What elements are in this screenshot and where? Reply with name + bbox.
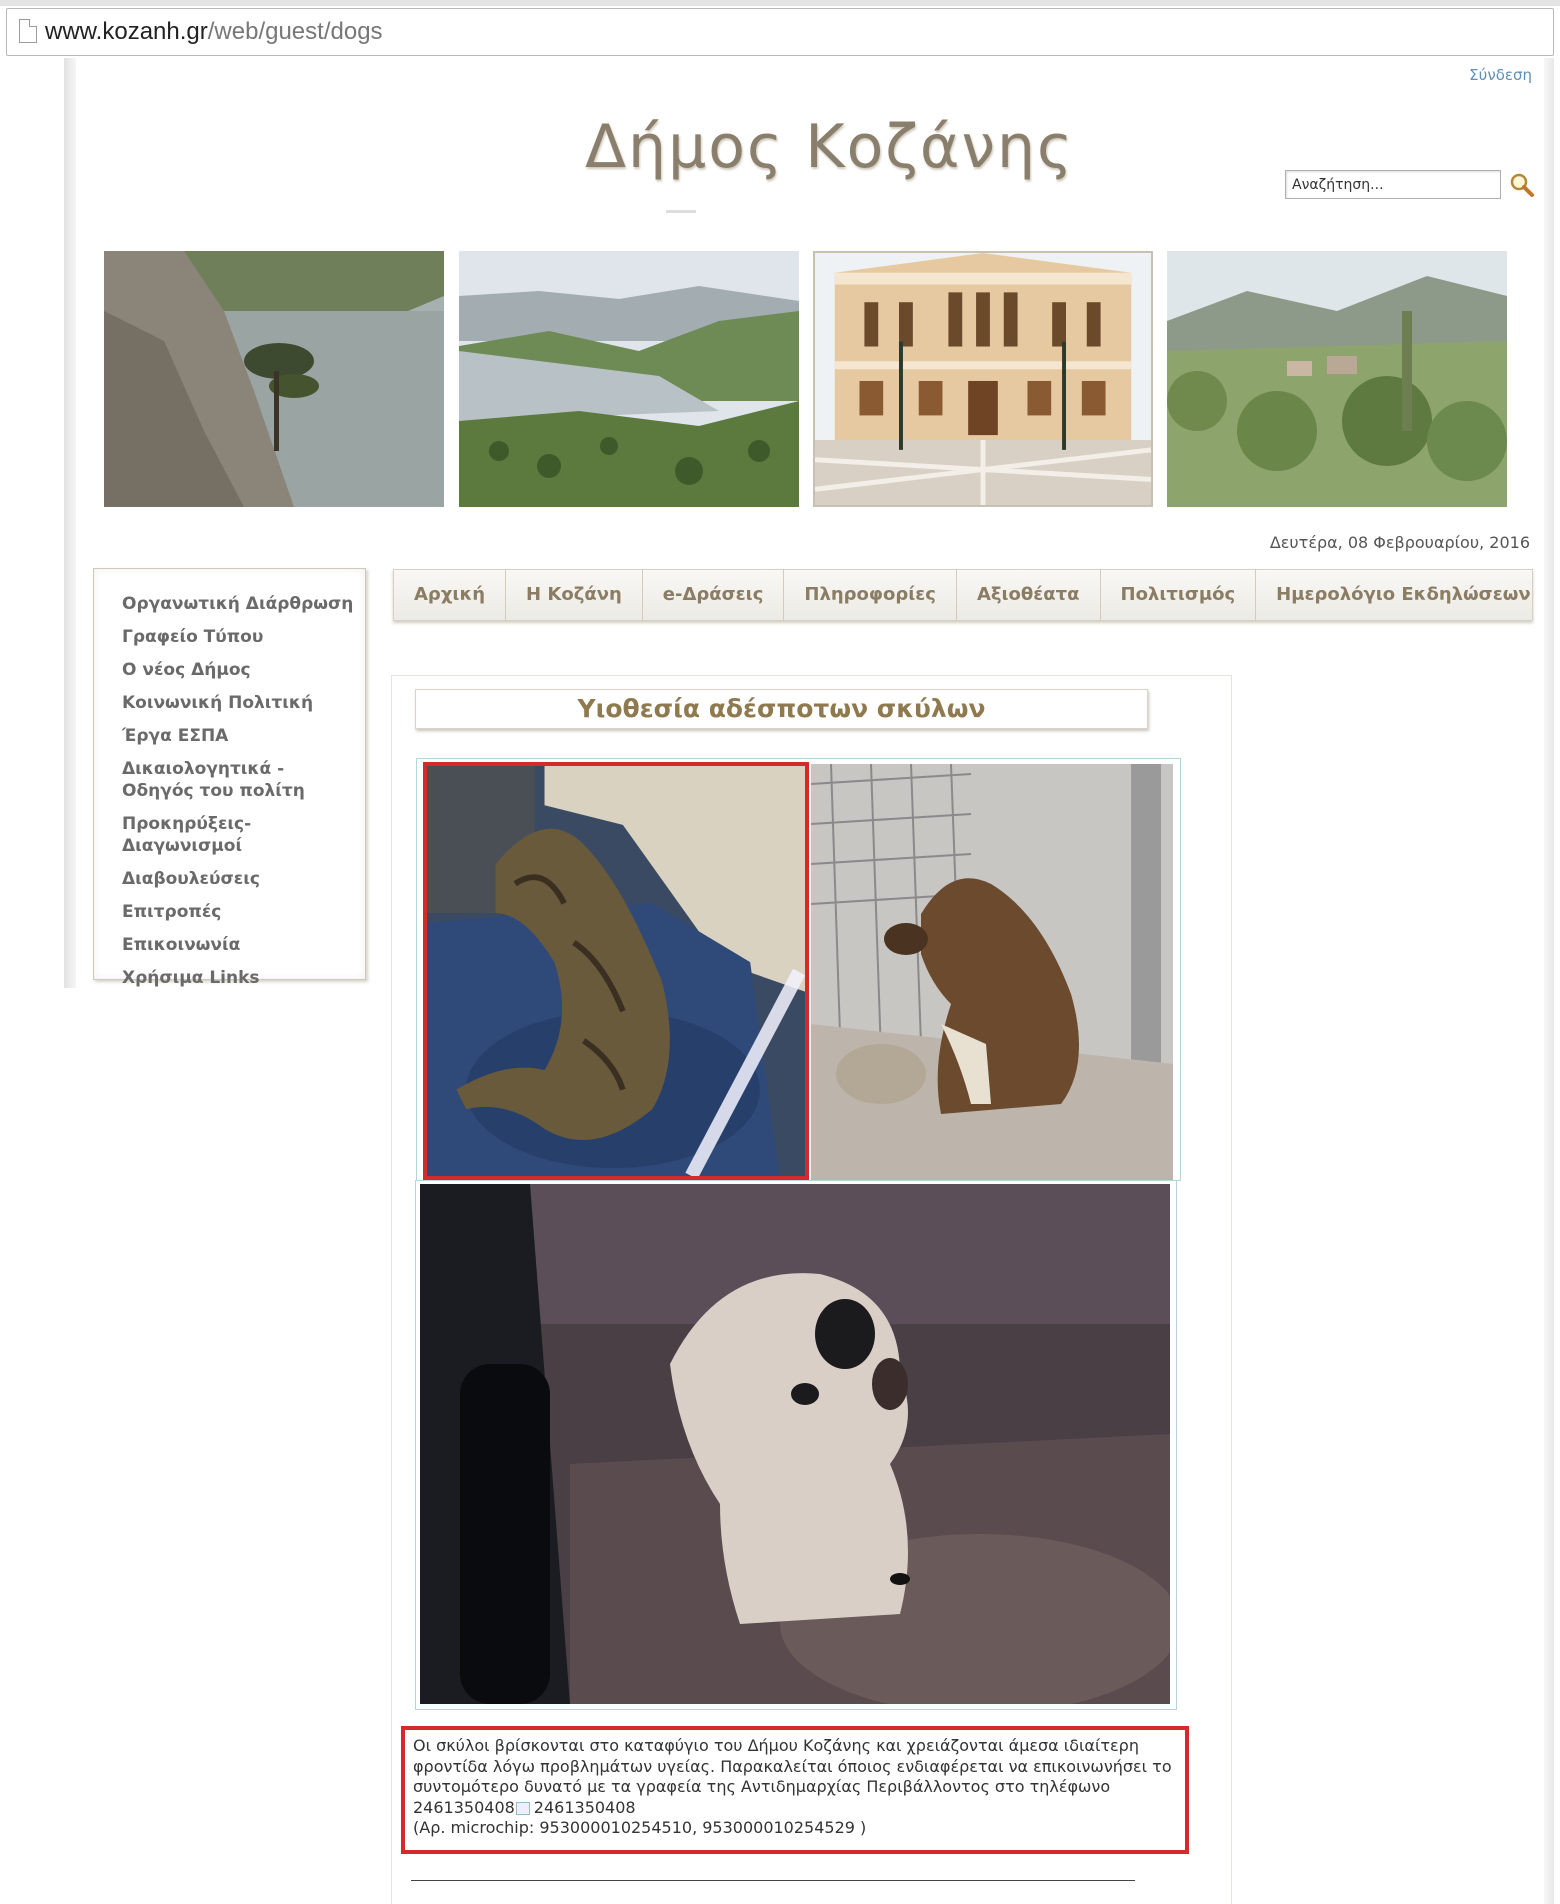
page-heading: Υιοθεσία αδέσποτων σκύλων <box>415 689 1148 729</box>
nav-kozani[interactable]: Η Κοζάνη <box>506 569 643 621</box>
sidebar-menu: Οργανωτική Διάρθρωση Γραφείο Τύπου Ο νέο… <box>93 568 366 988</box>
info-text-line1: Οι σκύλοι βρίσκονται στο καταφύγιο του Δ… <box>413 1736 1139 1755</box>
sidebar-item-contact[interactable]: Επικοινωνία <box>122 934 357 956</box>
sidebar-item-tenders[interactable]: Προκηρύξεις-Διαγωνισμοί <box>122 813 357 857</box>
sidebar-item-social-policy[interactable]: Κοινωνική Πολιτική <box>122 692 357 714</box>
phone-number[interactable]: 2461350408 <box>413 1798 515 1817</box>
header-image-lake-hills <box>459 251 799 507</box>
page: www.kozanh.gr/web/guest/dogs Σύνδεση Δήμ… <box>0 0 1560 1904</box>
search-icon[interactable] <box>1509 172 1535 198</box>
site-title: Δήμος Κοζάνης <box>585 112 1075 182</box>
search-input[interactable] <box>1285 170 1501 199</box>
login-link[interactable]: Σύνδεση <box>1469 66 1532 84</box>
info-text-line2: φροντίδα λόγω προβλημάτων υγείας. Παρακα… <box>413 1756 1172 1776</box>
sidebar-item-press-office[interactable]: Γραφείο Τύπου <box>122 626 357 648</box>
sidebar-item-citizen-guide[interactable]: Δικαιολογητικά - Οδηγός του πολίτη <box>122 758 357 802</box>
sidebar-item-consultations[interactable]: Διαβουλεύσεις <box>122 868 357 890</box>
page-left-edge <box>64 58 76 988</box>
sidebar-item-new-municipality[interactable]: Ο νέος Δήμος <box>122 659 357 681</box>
sidebar-item-useful-links[interactable]: Χρήσιμα Links <box>122 967 357 989</box>
url-text[interactable]: www.kozanh.gr/web/guest/dogs <box>45 18 383 46</box>
sidebar-item-committees[interactable]: Επιτροπές <box>122 901 357 923</box>
info-text-line3: συντομότερο δυνατό με τα γραφεία της Αντ… <box>413 1777 1111 1796</box>
header-image-building <box>813 251 1153 507</box>
header-image-lake-cliff <box>104 251 444 507</box>
info-box: Οι σκύλοι βρίσκονται στο καταφύγιο του Δ… <box>401 1726 1189 1854</box>
header-image-village <box>1167 251 1507 507</box>
phone-number-alt[interactable]: 2461350408 <box>534 1798 636 1817</box>
content-separator <box>411 1880 1135 1881</box>
nav-home[interactable]: Αρχική <box>394 569 507 621</box>
call-icon[interactable] <box>515 1801 530 1815</box>
page-icon <box>19 19 37 43</box>
nav-culture[interactable]: Πολιτισμός <box>1101 569 1257 621</box>
microchip-numbers: (Αρ. microchip: 953000010254510, 9530000… <box>413 1818 867 1837</box>
page-right-edge <box>1544 58 1554 1904</box>
nav-events-calendar[interactable]: Ημερολόγιο Εκδηλώσεων <box>1256 569 1551 621</box>
url-host: www.kozanh.gr <box>45 18 208 45</box>
dog-photo-white <box>420 1184 1170 1704</box>
dog-photo-brindle <box>423 762 809 1180</box>
dog-photo-fluffy <box>811 764 1173 1180</box>
url-path: /web/guest/dogs <box>207 18 383 45</box>
current-date: Δευτέρα, 08 Φεβρουαρίου, 2016 <box>1269 533 1530 552</box>
main-navigation: Αρχική Η Κοζάνη e-Δράσεις Πληροφορίες Αξ… <box>393 569 1533 621</box>
title-decoration <box>666 210 696 213</box>
sidebar-item-organizational-structure[interactable]: Οργανωτική Διάρθρωση <box>122 593 357 615</box>
browser-tab-strip <box>0 0 1560 6</box>
nav-e-actions[interactable]: e-Δράσεις <box>643 569 785 621</box>
address-bar[interactable]: www.kozanh.gr/web/guest/dogs <box>6 8 1554 56</box>
phone-line: 2461350408 2461350408 <box>413 1798 1177 1819</box>
sidebar-item-espa-projects[interactable]: Έργα ΕΣΠΑ <box>122 725 357 747</box>
nav-information[interactable]: Πληροφορίες <box>784 569 957 621</box>
nav-sights[interactable]: Αξιοθέατα <box>957 569 1101 621</box>
